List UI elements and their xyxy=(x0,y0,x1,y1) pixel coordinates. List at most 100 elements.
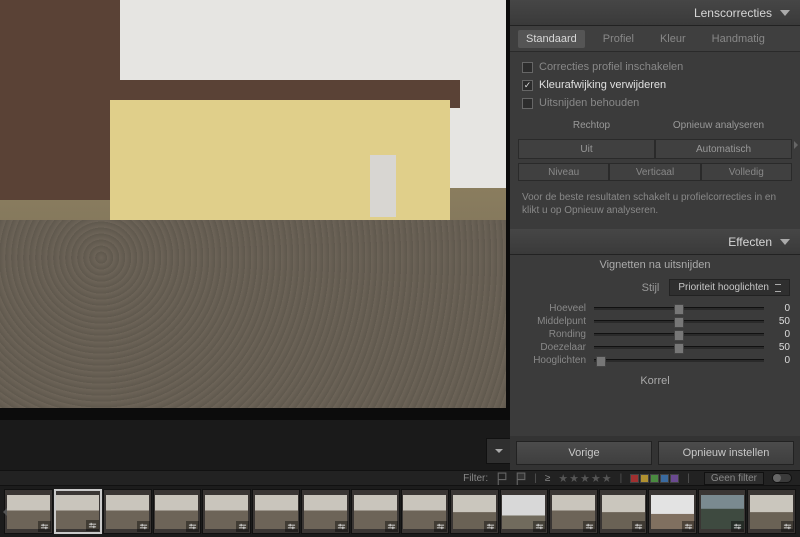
slider-amount-row: Hoeveel 0 xyxy=(510,302,800,315)
slider-feather-value[interactable]: 50 xyxy=(772,342,790,353)
filmstrip-thumb[interactable] xyxy=(252,489,301,534)
reset-button[interactable]: Opnieuw instellen xyxy=(658,441,794,465)
slider-feather-label: Doezelaar xyxy=(520,342,586,353)
tab-profile[interactable]: Profiel xyxy=(595,30,642,48)
panel-header-effects[interactable]: Effecten xyxy=(510,229,800,255)
filmstrip-thumb[interactable] xyxy=(301,489,350,534)
upright-row2: Niveau Verticaal Volledig xyxy=(510,163,800,185)
slider-roundness-value[interactable]: 0 xyxy=(772,329,790,340)
preview-building xyxy=(110,100,450,220)
upright-level-button[interactable]: Niveau xyxy=(518,163,609,181)
slider-amount-value[interactable]: 0 xyxy=(772,303,790,314)
previous-button[interactable]: Vorige xyxy=(516,441,652,465)
checkbox-remove-ca[interactable]: ✓ xyxy=(522,80,533,91)
upright-label: Rechtop xyxy=(528,120,655,131)
label-constrain-crop: Uitsnijden behouden xyxy=(539,97,639,109)
checkbox-constrain-crop[interactable] xyxy=(522,98,533,109)
slider-midpoint-label: Middelpunt xyxy=(520,316,586,327)
upright-full-button[interactable]: Volledig xyxy=(701,163,792,181)
slider-highlights[interactable] xyxy=(594,359,764,362)
slider-roundness[interactable] xyxy=(594,333,764,336)
star-icon: ★ xyxy=(569,472,579,485)
soft-proof-dropdown[interactable] xyxy=(486,438,512,464)
filmstrip-thumb[interactable] xyxy=(599,489,648,534)
filmstrip-left-arrow[interactable] xyxy=(0,500,10,524)
panel-header-lens[interactable]: Lenscorrecties xyxy=(510,0,800,26)
tab-color[interactable]: Kleur xyxy=(652,30,694,48)
slider-feather[interactable] xyxy=(594,346,764,349)
has-adjustments-icon xyxy=(533,521,546,532)
filter-preset-value: Geen filter xyxy=(711,473,757,484)
label-enable-profile: Correcties profiel inschakelen xyxy=(539,61,683,73)
upright-info-text: Voor de beste resultaten schakelt u prof… xyxy=(510,185,800,229)
style-label: Stijl xyxy=(642,282,660,294)
filmstrip-thumb[interactable] xyxy=(103,489,152,534)
separator: | xyxy=(534,473,537,484)
slider-highlights-label: Hooglichten xyxy=(520,355,586,366)
preview-image[interactable] xyxy=(0,0,506,408)
filmstrip-thumb[interactable] xyxy=(4,489,53,534)
flag-reject-icon[interactable] xyxy=(515,472,526,485)
slider-roundness-row: Ronding 0 xyxy=(510,328,800,341)
slider-amount[interactable] xyxy=(594,307,764,310)
slider-roundness-label: Ronding xyxy=(520,329,586,340)
separator: | xyxy=(687,473,690,484)
has-adjustments-icon xyxy=(583,521,596,532)
slider-amount-label: Hoeveel xyxy=(520,303,586,314)
filmstrip-thumb[interactable] xyxy=(500,489,549,534)
color-chip[interactable] xyxy=(660,474,669,483)
disclosure-triangle-icon[interactable] xyxy=(780,10,790,16)
filmstrip-thumb[interactable] xyxy=(202,489,251,534)
vignette-section-title: Vignetten na uitsnijden xyxy=(510,255,800,277)
slider-midpoint[interactable] xyxy=(594,320,764,323)
has-adjustments-icon xyxy=(682,521,695,532)
upright-row1: Uit Automatisch xyxy=(510,135,800,163)
filmstrip[interactable] xyxy=(0,486,800,537)
check-constrain-crop-row: Uitsnijden behouden xyxy=(510,94,800,112)
filmstrip-thumb[interactable] xyxy=(549,489,598,534)
lens-tabs: Standaard Profiel Kleur Handmatig xyxy=(510,26,800,52)
style-popup[interactable]: Prioriteit hooglichten xyxy=(669,279,790,296)
upright-auto-button[interactable]: Automatisch xyxy=(655,139,792,159)
preview-ground xyxy=(0,220,506,408)
color-chip[interactable] xyxy=(640,474,649,483)
filmstrip-thumb[interactable] xyxy=(401,489,450,534)
develop-panel: Lenscorrecties Standaard Profiel Kleur H… xyxy=(510,0,800,470)
upright-reanalyze-button[interactable]: Opnieuw analyseren xyxy=(655,120,782,131)
filmstrip-thumb[interactable] xyxy=(351,489,400,534)
slider-midpoint-value[interactable]: 50 xyxy=(772,316,790,327)
has-adjustments-icon xyxy=(335,521,348,532)
preview-booth xyxy=(370,155,396,217)
upright-off-button[interactable]: Uit xyxy=(518,139,655,159)
color-chip[interactable] xyxy=(650,474,659,483)
chevron-right-icon xyxy=(793,140,799,150)
image-viewport xyxy=(0,0,510,420)
checkbox-enable-profile[interactable] xyxy=(522,62,533,73)
has-adjustments-icon xyxy=(137,521,150,532)
filter-bar: Filter: | ≥ ★★★★★ | | Geen filter xyxy=(0,470,800,486)
filter-toggle[interactable] xyxy=(772,473,792,483)
star-icon: ★ xyxy=(602,472,612,485)
tab-manual[interactable]: Handmatig xyxy=(704,30,773,48)
filmstrip-thumb[interactable] xyxy=(54,489,103,534)
check-enable-profile-row: Correcties profiel inschakelen xyxy=(510,58,800,76)
has-adjustments-icon xyxy=(434,521,447,532)
filmstrip-thumb[interactable] xyxy=(648,489,697,534)
flag-pick-icon[interactable] xyxy=(496,472,507,485)
slider-highlights-value[interactable]: 0 xyxy=(772,355,790,366)
right-panel-expand[interactable] xyxy=(792,130,800,160)
color-chip[interactable] xyxy=(670,474,679,483)
chevron-left-icon xyxy=(2,507,8,517)
filmstrip-thumb[interactable] xyxy=(698,489,747,534)
tab-standard[interactable]: Standaard xyxy=(518,30,585,48)
filmstrip-thumb[interactable] xyxy=(153,489,202,534)
upright-vertical-button[interactable]: Verticaal xyxy=(609,163,700,181)
filmstrip-thumb[interactable] xyxy=(450,489,499,534)
disclosure-triangle-icon[interactable] xyxy=(780,239,790,245)
color-chip[interactable] xyxy=(630,474,639,483)
rating-filter[interactable]: ★★★★★ xyxy=(558,472,611,485)
filter-preset-dropdown[interactable]: Geen filter xyxy=(704,472,764,485)
panel-title-effects: Effecten xyxy=(728,235,772,249)
has-adjustments-icon xyxy=(731,521,744,532)
filmstrip-thumb[interactable] xyxy=(747,489,796,534)
